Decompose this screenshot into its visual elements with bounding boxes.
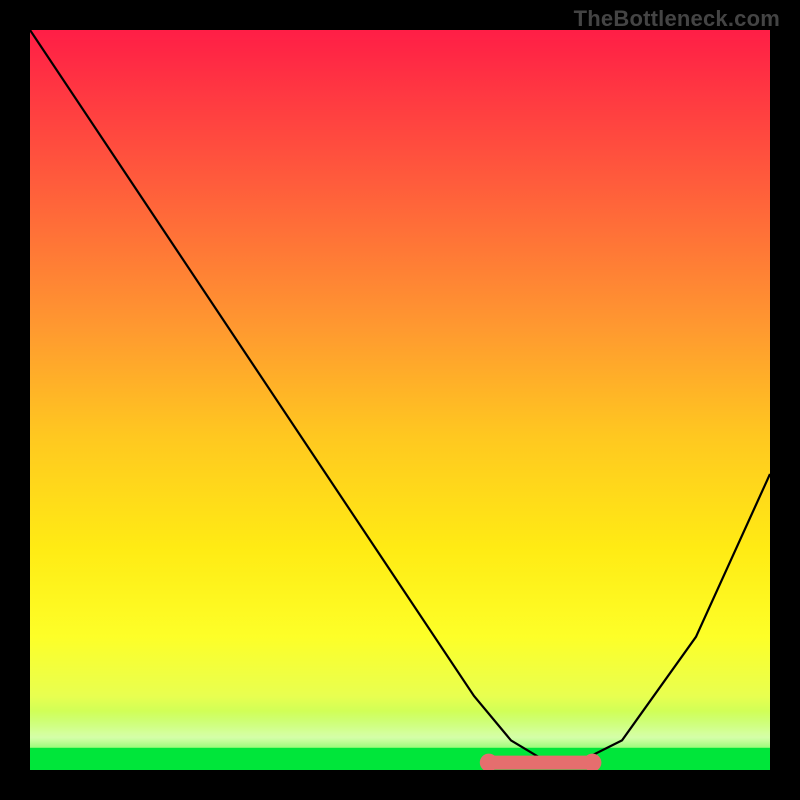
gradient-background — [30, 30, 770, 770]
chart-svg — [30, 30, 770, 770]
green-band — [30, 748, 770, 770]
watermark-text: TheBottleneck.com — [574, 6, 780, 32]
plot-area — [30, 30, 770, 770]
chart-frame: TheBottleneck.com — [0, 0, 800, 800]
